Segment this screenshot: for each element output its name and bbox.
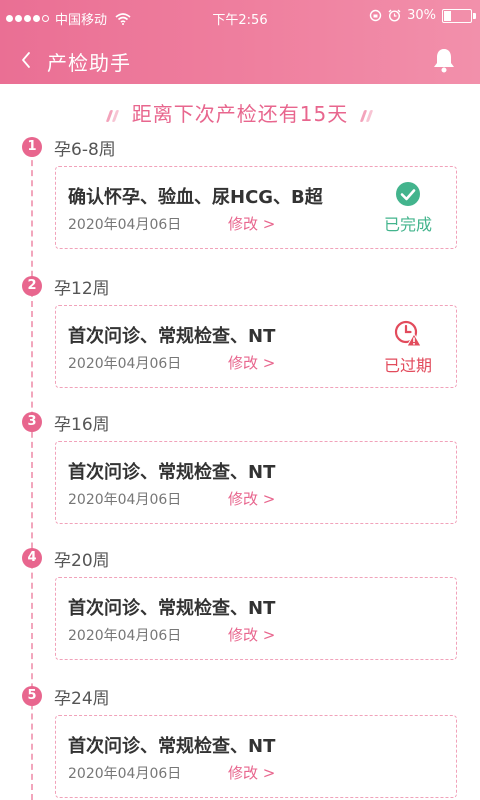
step-number-badge: 2 — [22, 276, 42, 296]
checkup-date: 2020年04月06日 — [68, 766, 182, 782]
edit-link[interactable]: 修改 > — [228, 352, 275, 373]
checkup-date: 2020年04月06日 — [68, 356, 182, 372]
next-checkup-countdown: 距离下次产检还有15天 — [0, 98, 480, 127]
checkup-items: 确认怀孕、验血、尿HCG、B超 — [68, 187, 323, 208]
decor-mark-icon — [360, 108, 374, 124]
week-label: 孕6-8周 — [54, 140, 116, 160]
checkup-items: 首次问诊、常规检查、NT — [68, 736, 276, 757]
chevron-right-icon: > — [262, 626, 276, 644]
countdown-text: 距离下次产检还有15天 — [131, 102, 349, 126]
rotation-lock-icon — [369, 9, 382, 22]
checkup-items: 首次问诊、常规检查、NT — [68, 598, 276, 619]
edit-label: 修改 — [228, 490, 259, 508]
clock-warning-icon — [394, 320, 422, 347]
checkup-items: 首次问诊、常规检查、NT — [68, 462, 276, 483]
week-label: 孕12周 — [54, 279, 110, 299]
battery-icon — [442, 8, 476, 23]
checkup-date: 2020年04月06日 — [68, 217, 182, 233]
edit-link[interactable]: 修改 > — [228, 213, 275, 234]
step-number-badge: 3 — [22, 412, 42, 432]
edit-label: 修改 — [228, 764, 259, 782]
checkup-items: 首次问诊、常规检查、NT — [68, 326, 276, 347]
edit-link[interactable]: 修改 > — [228, 762, 275, 783]
status-overdue: 已过期 — [378, 320, 438, 376]
bell-icon — [434, 49, 454, 73]
chevron-right-icon: > — [262, 764, 276, 782]
navbar: 产检助手 — [0, 36, 480, 84]
checkup-card[interactable]: 首次问诊、常规检查、NT 2020年04月06日 修改 > — [55, 441, 457, 524]
step-number-badge: 4 — [22, 548, 42, 568]
checkup-date: 2020年04月06日 — [68, 492, 182, 508]
checkup-date: 2020年04月06日 — [68, 628, 182, 644]
decor-mark-icon — [105, 108, 120, 124]
battery-fill — [444, 10, 451, 21]
alarm-icon — [388, 9, 401, 22]
chevron-left-icon — [22, 52, 30, 68]
edit-label: 修改 — [228, 626, 259, 644]
step-number-badge: 1 — [22, 137, 42, 157]
notification-button[interactable] — [426, 42, 462, 78]
week-label: 孕16周 — [54, 415, 110, 435]
step-number-badge: 5 — [22, 686, 42, 706]
checkup-card[interactable]: 首次问诊、常规检查、NT 2020年04月06日 修改 > 已过期 — [55, 305, 457, 388]
week-label: 孕20周 — [54, 551, 110, 571]
chevron-right-icon: > — [262, 354, 276, 372]
checkup-card[interactable]: 首次问诊、常规检查、NT 2020年04月06日 修改 > — [55, 715, 457, 798]
edit-link[interactable]: 修改 > — [228, 624, 275, 645]
back-button[interactable] — [8, 42, 44, 78]
battery-percent: 30% — [407, 8, 436, 23]
checkup-card[interactable]: 首次问诊、常规检查、NT 2020年04月06日 修改 > — [55, 577, 457, 660]
week-label: 孕24周 — [54, 689, 110, 709]
page-title: 产检助手 — [47, 51, 131, 75]
edit-label: 修改 — [228, 215, 259, 233]
check-circle-icon — [396, 182, 420, 206]
edit-label: 修改 — [228, 354, 259, 372]
checkup-card[interactable]: 确认怀孕、验血、尿HCG、B超 2020年04月06日 修改 > 已完成 — [55, 166, 457, 249]
chevron-right-icon: > — [262, 215, 276, 233]
header: 中国移动 下午2:56 30% 产检助手 — [0, 0, 480, 84]
status-done: 已完成 — [378, 181, 438, 235]
edit-link[interactable]: 修改 > — [228, 488, 275, 509]
status-label: 已完成 — [383, 215, 432, 234]
status-bar: 中国移动 下午2:56 30% — [0, 0, 480, 36]
status-label: 已过期 — [383, 356, 432, 375]
chevron-right-icon: > — [262, 490, 276, 508]
